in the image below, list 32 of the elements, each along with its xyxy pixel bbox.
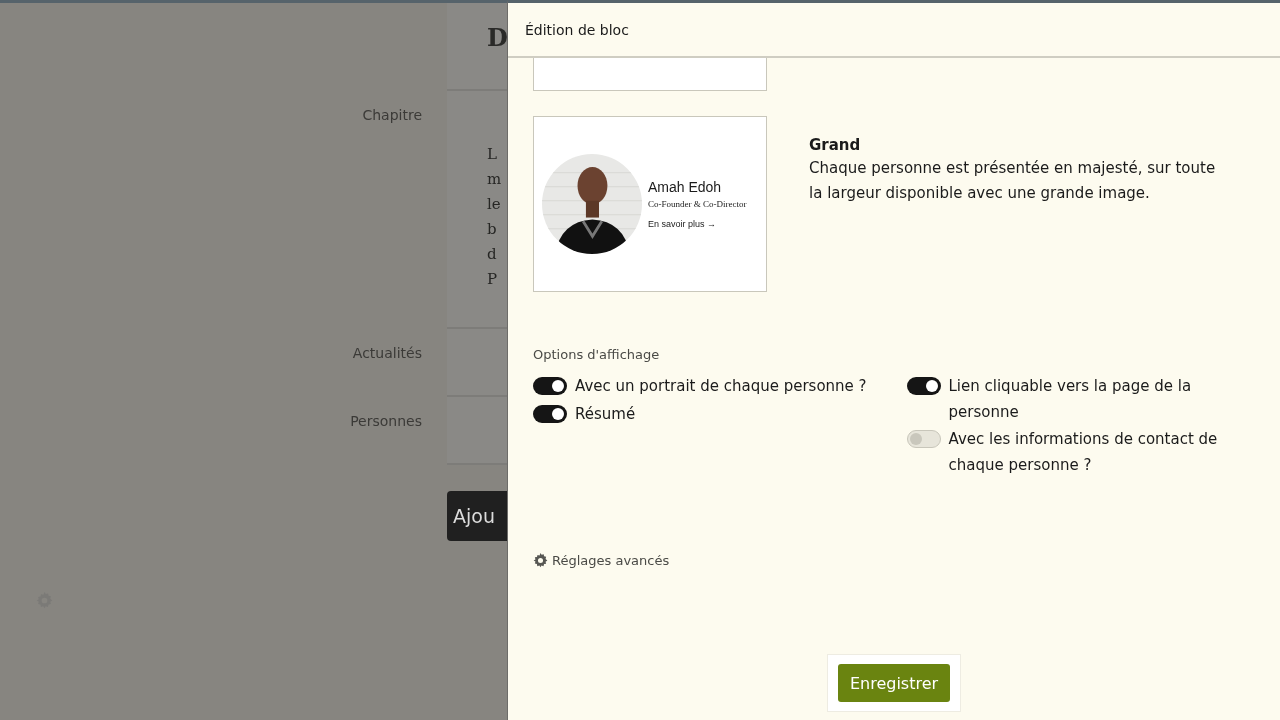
paragraph-line: b [487,219,497,240]
section-label: Chapitre [362,107,422,123]
person-name: Amah Edoh [648,179,723,195]
toggle-switch[interactable] [906,430,941,448]
toggle-label: Avec un portrait de chaque personne ? [575,376,868,397]
layout-thumbnail[interactable]: Amah Edoh Co-Founder & Co-Director En savoir plus → [533,116,767,292]
paragraph-line: P [487,269,498,290]
paragraph-line: d [487,244,497,265]
layout-title: Grand [809,136,862,154]
layout-thumbnail[interactable] [533,58,767,91]
paragraph-line: le [487,194,501,215]
section-label: Personnes [350,413,422,429]
drawer-title: Édition de bloc [525,21,629,38]
paragraph-line: L [487,144,497,165]
toggle-switch[interactable] [533,404,567,423]
section-label: Actualités [352,345,422,361]
save-button[interactable]: Enregistrer [837,664,951,702]
settings-icon [533,553,548,568]
paragraph-line: m [487,169,502,190]
toggle-label: Avec les informations de contact de chaque personne ? [948,429,1219,476]
toggle-label: Lien cliquable vers la page de la personne [948,376,1193,423]
toggle-switch[interactable] [906,377,941,395]
toggle-switch[interactable] [533,377,567,395]
read-more-link: En savoir plus → [648,219,718,229]
add-button[interactable]: Ajou [447,491,507,541]
page-heading: D [486,22,508,52]
toggle-label: Résumé [575,403,637,425]
person-role: Co-Founder & Co-Director [648,199,747,209]
advanced-settings-link[interactable]: Réglages avancés [533,553,670,568]
layout-description: Chaque personne est présentée en majesté, sur toute la largeur disponible avec une grande image. [809,158,1217,204]
section-title: Options d'affichage [533,347,661,362]
section-card [447,397,507,465]
